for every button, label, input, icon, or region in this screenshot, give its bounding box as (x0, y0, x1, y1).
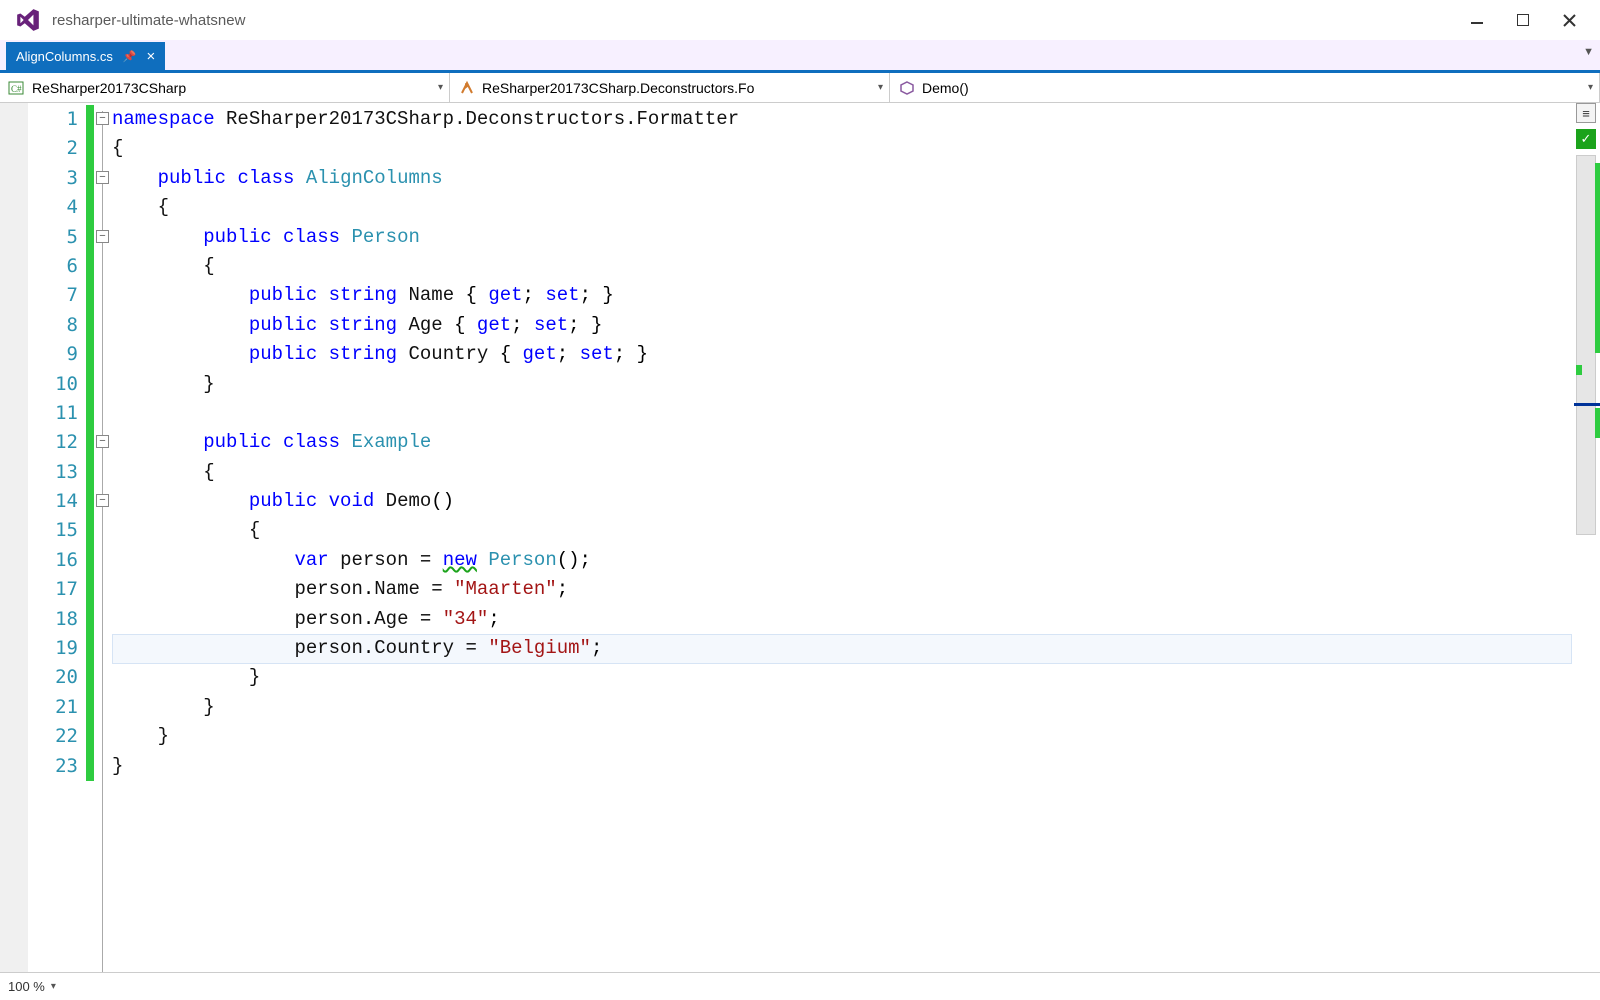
line-number: 11 (28, 399, 86, 428)
change-marker (86, 605, 94, 634)
change-marker (86, 340, 94, 369)
svg-text:C#: C# (11, 84, 22, 94)
line-number: 20 (28, 663, 86, 692)
tab-label: AlignColumns.cs (16, 49, 113, 64)
change-marker (86, 546, 94, 575)
nav-class-dropdown[interactable]: ReSharper20173CSharp.Deconstructors.Fo ▾ (450, 73, 890, 102)
line-number: 21 (28, 693, 86, 722)
line-number: 13 (28, 458, 86, 487)
tab-overflow-icon[interactable]: ▼ (1583, 46, 1594, 58)
line-number: 8 (28, 311, 86, 340)
status-ok-icon[interactable]: ✓ (1576, 129, 1596, 149)
fold-gutter: − − − − − (94, 103, 112, 972)
nav-member-label: Demo() (922, 80, 969, 96)
change-marker (86, 105, 94, 134)
change-marker (86, 370, 94, 399)
line-number: 4 (28, 193, 86, 222)
overview-ruler: ≡ ✓ ▲ (1572, 103, 1600, 972)
nav-class-label: ReSharper20173CSharp.Deconstructors.Fo (482, 80, 754, 96)
maximize-button[interactable] (1500, 4, 1546, 36)
change-marker (86, 693, 94, 722)
line-number: 17 (28, 575, 86, 604)
csharp-project-icon: C# (8, 80, 26, 96)
line-number: 3 (28, 164, 86, 193)
marker (1576, 365, 1582, 375)
minimize-button[interactable] (1454, 4, 1500, 36)
line-number: 5 (28, 223, 86, 252)
nav-project-dropdown[interactable]: C# ReSharper20173CSharp ▾ (0, 73, 450, 102)
change-marker (86, 575, 94, 604)
line-number: 14 (28, 487, 86, 516)
change-marker (86, 634, 94, 663)
change-marker (86, 281, 94, 310)
line-number: 22 (28, 722, 86, 751)
chevron-down-icon[interactable]: ▾ (51, 981, 56, 992)
navigation-bar: C# ReSharper20173CSharp ▾ ReSharper20173… (0, 73, 1600, 103)
change-marker (86, 663, 94, 692)
title-bar: resharper-ultimate-whatsnew (0, 0, 1600, 40)
nav-project-label: ReSharper20173CSharp (32, 80, 186, 96)
line-number: 19 (28, 634, 86, 663)
change-marker (86, 458, 94, 487)
code-content[interactable]: namespace ReSharper20173CSharp.Deconstru… (112, 103, 1572, 972)
file-tab-active[interactable]: AlignColumns.cs 📌 × (6, 42, 165, 70)
change-marker (86, 752, 94, 781)
scrollbar-track[interactable] (1576, 155, 1596, 535)
line-number-gutter: 1234567891011121314151617181920212223 (28, 103, 86, 972)
change-marker (86, 399, 94, 428)
line-number: 16 (28, 546, 86, 575)
fold-toggle[interactable]: − (96, 230, 109, 243)
fold-toggle[interactable]: − (96, 494, 109, 507)
line-number: 23 (28, 752, 86, 781)
chevron-down-icon: ▾ (1588, 82, 1593, 93)
change-marker (86, 223, 94, 252)
line-number: 12 (28, 428, 86, 457)
pin-icon[interactable]: 📌 (123, 50, 137, 63)
line-number: 1 (28, 105, 86, 134)
window-title: resharper-ultimate-whatsnew (52, 12, 245, 29)
change-marker (86, 516, 94, 545)
status-bar: 100 % ▾ (0, 972, 1600, 1000)
chevron-down-icon: ▾ (438, 82, 443, 93)
fold-toggle[interactable]: − (96, 171, 109, 184)
change-marker (86, 311, 94, 340)
change-marker (86, 487, 94, 516)
tab-bar: AlignColumns.cs 📌 × ▼ (0, 40, 1600, 70)
line-number: 15 (28, 516, 86, 545)
change-marker (1595, 163, 1600, 353)
close-button[interactable] (1546, 4, 1592, 36)
class-icon (458, 80, 476, 96)
change-marker (86, 722, 94, 751)
chevron-down-icon: ▾ (878, 82, 883, 93)
fold-toggle[interactable]: − (96, 435, 109, 448)
tab-close-icon[interactable]: × (147, 48, 156, 65)
change-marker (86, 252, 94, 281)
change-marker (86, 428, 94, 457)
change-marker (1595, 408, 1600, 438)
change-marker (86, 134, 94, 163)
change-marker (86, 193, 94, 222)
zoom-level[interactable]: 100 % (8, 979, 45, 994)
editor[interactable]: 1234567891011121314151617181920212223 −−… (0, 103, 1600, 972)
line-number: 9 (28, 340, 86, 369)
fold-toggle[interactable]: − (96, 112, 109, 125)
split-editor-icon[interactable]: ≡ (1576, 103, 1596, 123)
line-number: 2 (28, 134, 86, 163)
nav-member-dropdown[interactable]: Demo() ▾ (890, 73, 1600, 102)
glyph-margin (0, 103, 28, 972)
vs-logo-icon (14, 6, 42, 34)
line-number: 7 (28, 281, 86, 310)
line-number: 18 (28, 605, 86, 634)
caret-marker (1574, 403, 1600, 406)
line-number: 10 (28, 370, 86, 399)
change-marker (86, 164, 94, 193)
change-marker-gutter (86, 103, 94, 972)
line-number: 6 (28, 252, 86, 281)
method-icon (898, 80, 916, 96)
